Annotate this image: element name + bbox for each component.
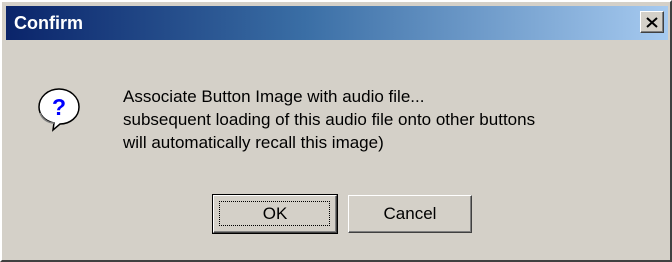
close-button[interactable] — [640, 11, 664, 33]
close-icon — [646, 16, 658, 28]
dialog-message: Associate Button Image with audio file..… — [123, 85, 663, 154]
cancel-button[interactable]: Cancel — [348, 195, 472, 233]
message-line: subsequent loading of this audio file on… — [123, 110, 536, 129]
cancel-button-label: Cancel — [383, 204, 437, 223]
focus-ring — [219, 201, 330, 226]
ok-button[interactable]: OK — [212, 194, 338, 234]
message-line: will automatically recall this image) — [123, 133, 384, 152]
dialog-title: Confirm — [14, 13, 83, 33]
message-line: Associate Button Image with audio file..… — [123, 87, 425, 106]
confirm-dialog: Confirm ? Associate Button Image with au… — [0, 0, 672, 262]
svg-text:?: ? — [52, 94, 66, 120]
question-icon: ? — [38, 88, 80, 132]
title-bar[interactable]: Confirm — [6, 6, 668, 40]
